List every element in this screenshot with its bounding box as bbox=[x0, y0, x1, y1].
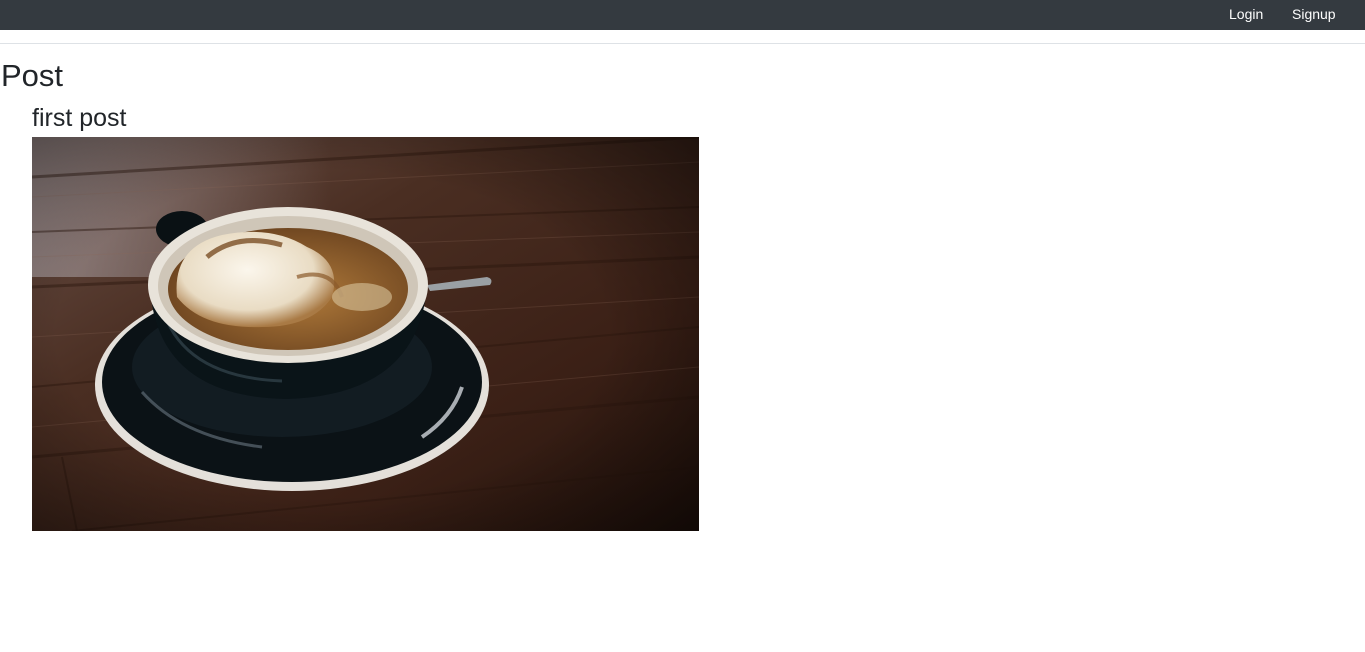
post-image bbox=[32, 137, 699, 531]
signup-link[interactable]: Signup bbox=[1292, 6, 1336, 22]
top-navbar: Login Signup bbox=[0, 0, 1365, 30]
login-link[interactable]: Login bbox=[1229, 6, 1263, 22]
header-divider bbox=[0, 43, 1365, 44]
post-title: first post bbox=[32, 104, 127, 132]
post-item: first post bbox=[32, 102, 699, 531]
page-title: Post bbox=[1, 58, 64, 93]
